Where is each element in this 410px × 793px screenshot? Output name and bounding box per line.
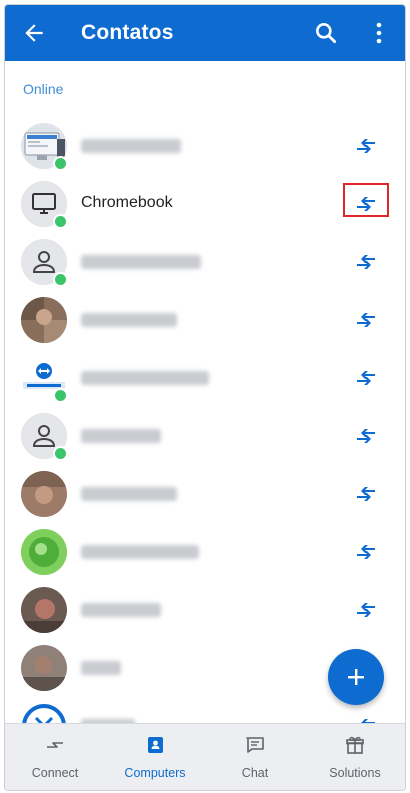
- online-status-dot: [53, 446, 68, 461]
- photo-icon: [21, 297, 67, 343]
- contacts-book-icon: [148, 737, 163, 753]
- connect-arrows-icon[interactable]: [355, 484, 377, 504]
- contact-row[interactable]: [5, 291, 405, 349]
- avatar-photo: [21, 471, 67, 517]
- app-bar: Contatos: [5, 5, 405, 61]
- avatar-photo: [21, 645, 67, 691]
- contact-name-redacted: [81, 603, 161, 617]
- photo-icon: [21, 645, 67, 691]
- avatar-photo: [21, 297, 67, 343]
- nav-label: Connect: [31, 766, 79, 780]
- online-status-dot: [53, 156, 68, 171]
- bottom-navigation: Connect Computers Chat Solutions: [5, 723, 405, 790]
- plus-icon: [348, 669, 364, 685]
- contact-name-redacted: [81, 371, 209, 385]
- contact-row[interactable]: [5, 349, 405, 407]
- photo-icon: [21, 529, 67, 575]
- connect-arrows-icon: [47, 742, 63, 748]
- connect-arrows-icon[interactable]: [355, 252, 377, 272]
- connect-arrows-icon[interactable]: [355, 136, 377, 156]
- nav-label: Solutions: [329, 766, 381, 780]
- connect-arrows-icon[interactable]: [355, 600, 377, 620]
- connect-arrows-icon[interactable]: [355, 368, 377, 388]
- nav-chat[interactable]: Chat: [205, 724, 305, 790]
- nav-connect[interactable]: Connect: [5, 724, 105, 790]
- contact-name-redacted: [81, 545, 199, 559]
- search-icon[interactable]: [313, 20, 339, 46]
- add-contact-button[interactable]: [328, 649, 384, 705]
- contact-name-redacted: [81, 255, 201, 269]
- contact-name-redacted: [81, 139, 181, 153]
- contact-name: Chromebook: [81, 194, 173, 211]
- photo-icon: [21, 587, 67, 633]
- photo-icon: [21, 471, 67, 517]
- avatar-photo: [21, 587, 67, 633]
- section-header-online: Online: [23, 81, 64, 97]
- chat-bubble-icon: [246, 737, 264, 753]
- page-title: Contatos: [81, 21, 174, 44]
- contact-row[interactable]: [5, 465, 405, 523]
- nav-label: Chat: [241, 766, 269, 780]
- more-vertical-icon[interactable]: [369, 20, 389, 46]
- contact-name-redacted: [81, 429, 161, 443]
- contact-name-redacted: [81, 661, 121, 675]
- app-frame: Contatos Online Chromebook Connect Compu…: [4, 4, 406, 791]
- contact-row-chromebook[interactable]: Chromebook: [5, 175, 405, 233]
- nav-computers[interactable]: Computers: [105, 724, 205, 790]
- online-status-dot: [53, 388, 68, 403]
- contact-row[interactable]: [5, 581, 405, 639]
- nav-label: Computers: [124, 766, 186, 780]
- contact-row[interactable]: [5, 523, 405, 581]
- online-status-dot: [53, 272, 68, 287]
- contact-row[interactable]: [5, 233, 405, 291]
- highlight-box: [343, 183, 389, 217]
- connect-arrows-icon[interactable]: [355, 310, 377, 330]
- contact-name-redacted: [81, 313, 177, 327]
- connect-arrows-icon[interactable]: [355, 542, 377, 562]
- contact-name-redacted: [81, 487, 177, 501]
- contact-row[interactable]: [5, 407, 405, 465]
- back-arrow-icon[interactable]: [21, 20, 47, 46]
- connect-arrows-icon[interactable]: [355, 426, 377, 446]
- contact-row[interactable]: [5, 117, 405, 175]
- nav-solutions[interactable]: Solutions: [305, 724, 405, 790]
- online-status-dot: [53, 214, 68, 229]
- gift-icon: [346, 736, 364, 754]
- avatar-photo: [21, 529, 67, 575]
